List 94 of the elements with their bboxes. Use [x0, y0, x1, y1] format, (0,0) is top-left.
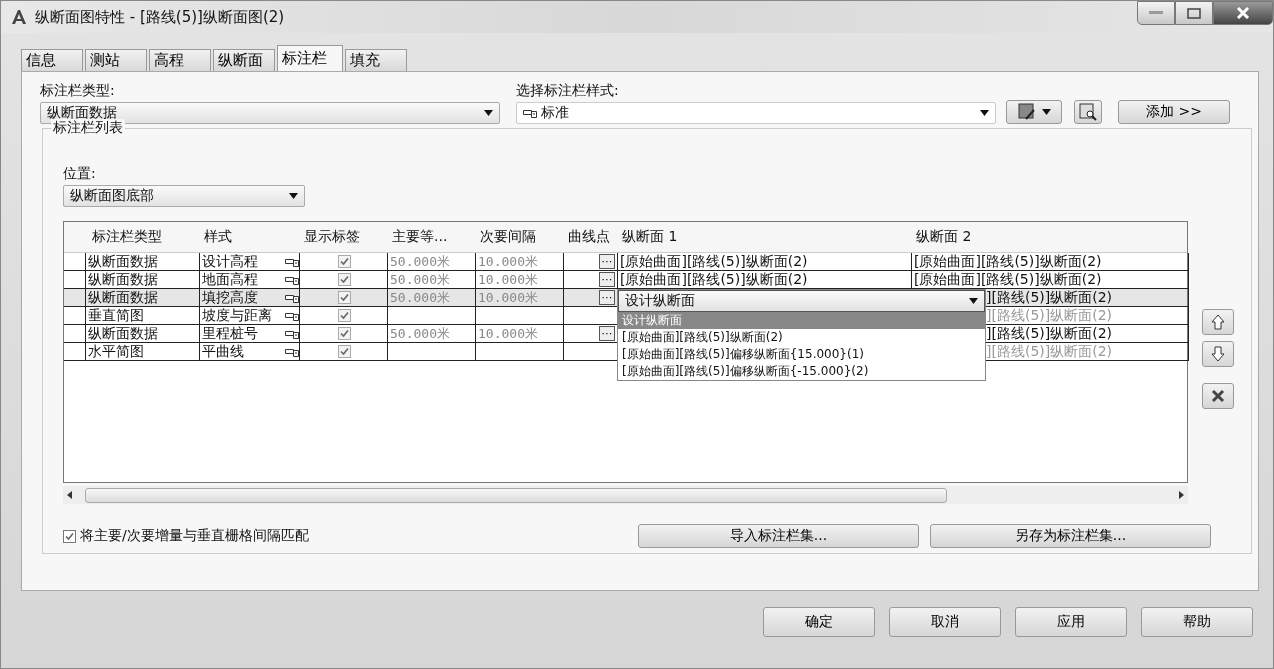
checkbox[interactable]: [338, 327, 351, 340]
scroll-thumb[interactable]: [85, 487, 947, 503]
tab[interactable]: 高程: [149, 49, 211, 71]
ellipsis-button[interactable]: ⋯: [599, 326, 615, 341]
preview-icon: [1079, 103, 1097, 121]
tab[interactable]: 填充: [345, 49, 407, 71]
window-title: 纵断面图特性 - [路线(5)]纵断面图(2): [35, 7, 286, 27]
dialog-button[interactable]: 取消: [889, 607, 1001, 637]
table-cell: 50.000米: [388, 325, 476, 343]
table-cell: 50.000米: [388, 289, 476, 307]
dropdown-option[interactable]: [原始曲面][路线(5)]偏移纵断面{-15.000}(2): [618, 363, 985, 380]
cell-text: 坡度与距离: [202, 307, 273, 324]
caret-icon: [980, 110, 989, 116]
delete-icon: [1211, 389, 1225, 403]
table-cell: 水平简图: [86, 343, 200, 361]
table-cell: 垂直简图: [86, 307, 200, 325]
row-header[interactable]: [64, 325, 86, 343]
table-cell: 纵断面数据: [86, 253, 200, 271]
caret-icon: [1041, 109, 1051, 115]
maximize-button[interactable]: [1175, 1, 1213, 25]
move-down-button[interactable]: [1202, 341, 1234, 367]
profile-dropdown[interactable]: 设计纵断面: [618, 290, 985, 312]
table-cell: 10.000米: [476, 325, 564, 343]
table-cell: 纵断面数据: [86, 325, 200, 343]
checkbox[interactable]: [63, 529, 76, 543]
band-style-icon: [285, 274, 299, 285]
column-header[interactable]: 样式: [200, 222, 300, 252]
band-style-icon: [523, 108, 537, 118]
checkbox[interactable]: [338, 291, 351, 304]
column-header[interactable]: 显示标签: [300, 222, 388, 252]
column-header[interactable]: 纵断面 2: [912, 222, 1189, 252]
delete-button[interactable]: [1202, 383, 1234, 409]
band-style-icon: [285, 256, 299, 267]
band-style-dropdown[interactable]: 标准: [516, 102, 996, 124]
band-style-icon: [285, 328, 299, 339]
edit-icon: [1017, 103, 1036, 121]
arrow-down-icon: [1210, 346, 1226, 362]
dialog-button[interactable]: 帮助: [1141, 607, 1253, 637]
ellipsis-button[interactable]: ⋯: [599, 272, 615, 287]
tab[interactable]: 测站: [85, 49, 147, 71]
tab[interactable]: 信息: [21, 49, 83, 71]
band-style-icon: [285, 310, 299, 321]
table-cell: [原始曲面][路线(5)]纵断面(2): [912, 253, 1189, 271]
ellipsis-button[interactable]: ⋯: [599, 290, 615, 305]
table-cell: 50.000米: [388, 253, 476, 271]
checkbox[interactable]: [338, 255, 351, 268]
preview-button[interactable]: [1074, 100, 1102, 124]
import-button[interactable]: 导入标注栏集...: [638, 524, 919, 548]
band-style-icon: [285, 346, 299, 357]
band-style-label: 选择标注栏样式:: [516, 82, 620, 100]
tab[interactable]: 纵断面: [213, 49, 275, 71]
checkbox-label: 将主要/次要增量与垂直栅格间隔匹配: [80, 527, 309, 545]
app-icon: [11, 9, 27, 25]
ellipsis-button[interactable]: ⋯: [599, 254, 615, 269]
location-dropdown[interactable]: 纵断面图底部: [63, 185, 305, 207]
checkbox[interactable]: [338, 273, 351, 286]
dialog-button[interactable]: 应用: [1015, 607, 1127, 637]
caret-icon: [484, 110, 493, 116]
close-icon: [1236, 7, 1250, 19]
column-header[interactable]: 标注栏类型: [86, 222, 200, 252]
band-style-icon: [285, 292, 299, 303]
cell-text: 平曲线: [202, 343, 245, 360]
column-header[interactable]: 曲线点: [564, 222, 618, 252]
table-cell: 10.000米: [476, 253, 564, 271]
scrollbar[interactable]: [63, 486, 1188, 504]
edit-style-button[interactable]: [1006, 100, 1062, 124]
cell-text: 设计高程: [202, 253, 259, 270]
cell-text: 地面高程: [202, 271, 259, 288]
table-cell: 纵断面数据: [86, 289, 200, 307]
minimize-icon: [1149, 11, 1163, 15]
column-header[interactable]: 次要间隔: [476, 222, 564, 252]
table-cell: [原始曲面][路线(5)]纵断面(2): [618, 253, 912, 271]
maximize-icon: [1187, 7, 1201, 19]
tab[interactable]: 标注栏: [277, 45, 343, 71]
column-header[interactable]: 主要等...: [388, 222, 476, 252]
save-as-button[interactable]: 另存为标注栏集...: [930, 524, 1211, 548]
cell-text: 里程桩号: [202, 325, 259, 342]
band-type-label: 标注栏类型:: [40, 82, 116, 100]
location-label: 位置:: [63, 165, 97, 183]
table-cell: 10.000米: [476, 289, 564, 307]
minimize-button[interactable]: [1137, 1, 1175, 25]
dialog-button[interactable]: 确定: [763, 607, 875, 637]
row-header[interactable]: [64, 289, 86, 307]
move-up-button[interactable]: [1202, 309, 1234, 335]
group-title: 标注栏列表: [51, 119, 125, 137]
caret-icon: [289, 193, 298, 199]
caret-icon: [969, 298, 978, 304]
arrow-up-icon: [1210, 314, 1226, 330]
cell-text: 填挖高度: [202, 289, 259, 306]
column-header[interactable]: 纵断面 1: [618, 222, 912, 252]
close-button[interactable]: [1213, 1, 1273, 25]
dropdown-option[interactable]: 设计纵断面: [618, 312, 985, 329]
add-button[interactable]: 添加 >>: [1118, 100, 1230, 124]
row-header[interactable]: [64, 253, 86, 271]
